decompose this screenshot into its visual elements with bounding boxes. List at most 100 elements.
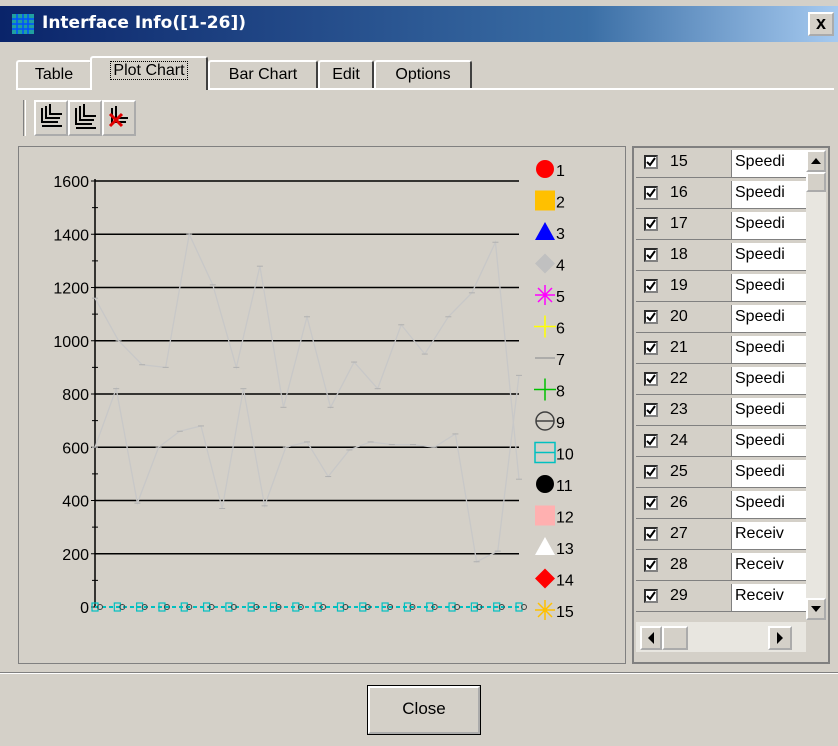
row-number: 22 [670, 370, 688, 387]
stack-view-button-2[interactable] [68, 100, 102, 136]
stack-lines-icon [41, 104, 62, 127]
row-number: 29 [670, 587, 688, 604]
row-checkbox[interactable] [644, 589, 658, 603]
y-tick-label: 1200 [53, 281, 89, 298]
row-checkbox[interactable] [644, 434, 658, 448]
row-name: Receiv [732, 553, 806, 581]
list-item[interactable]: 20 Speedi [636, 305, 806, 333]
row-name: Speedi [732, 367, 806, 395]
legend-label: 11 [556, 478, 573, 495]
row-checkbox[interactable] [644, 310, 658, 324]
legend-item: 10 [534, 441, 574, 464]
legend-item: 7 [535, 352, 565, 369]
legend-label: 7 [556, 352, 565, 369]
checkbox-cell: 18 [636, 243, 732, 271]
triangle-marker-icon [535, 537, 555, 555]
row-number: 19 [670, 277, 688, 294]
y-tick-label: 200 [62, 547, 89, 564]
stack-view-button-1[interactable] [34, 100, 68, 136]
row-checkbox[interactable] [644, 248, 658, 262]
tab-plot-chart[interactable]: Plot Chart [90, 56, 208, 90]
list-item[interactable]: 22 Speedi [636, 367, 806, 395]
tab-table[interactable]: Table [16, 60, 92, 88]
row-checkbox[interactable] [644, 465, 658, 479]
horizontal-scrollbar[interactable] [636, 622, 806, 652]
tab-bar-chart[interactable]: Bar Chart [208, 60, 318, 88]
row-name: Speedi [732, 243, 806, 271]
arrow-up-icon [811, 158, 821, 164]
scroll-down-button[interactable] [806, 598, 826, 620]
list-item[interactable]: 17 Speedi [636, 212, 806, 240]
circle-marker-icon [536, 475, 554, 493]
row-name: Speedi [732, 491, 806, 519]
close-icon: x [815, 13, 826, 33]
list-item[interactable]: 26 Speedi [636, 491, 806, 519]
plot-chart-panel: 0 200 400 600 800 1000 1200 1400 1600 1 2 3 4 5 6 7 8 9 10… [18, 146, 626, 664]
legend-item: 14 [535, 568, 574, 590]
checkmark-icon [646, 560, 656, 570]
list-item[interactable]: 21 Speedi [636, 336, 806, 364]
list-item[interactable]: 24 Speedi [636, 429, 806, 457]
close-window-button[interactable]: x [808, 12, 834, 36]
close-button[interactable]: Close [367, 685, 481, 735]
checkmark-icon [646, 529, 656, 539]
row-checkbox[interactable] [644, 527, 658, 541]
scroll-up-button[interactable] [806, 150, 826, 172]
list-item[interactable]: 19 Speedi [636, 274, 806, 302]
remove-stack-button[interactable] [102, 100, 136, 136]
arrow-right-icon [777, 632, 783, 644]
checkmark-icon [646, 436, 656, 446]
row-checkbox[interactable] [644, 155, 658, 169]
checkmark-icon [646, 591, 656, 601]
list-item[interactable]: 18 Speedi [636, 243, 806, 271]
checkbox-cell: 28 [636, 553, 732, 581]
list-item[interactable]: 16 Speedi [636, 181, 806, 209]
legend-item: 12 [535, 505, 574, 527]
checkbox-cell: 16 [636, 181, 732, 209]
row-checkbox[interactable] [644, 217, 658, 231]
row-number: 16 [670, 184, 688, 201]
scroll-right-button[interactable] [768, 626, 792, 650]
row-checkbox[interactable] [644, 372, 658, 386]
interface-list-panel: 15 Speedi 16 Speedi 17 Speedi 18 Speedi 19 Speedi… [632, 146, 830, 664]
list-item[interactable]: 25 Speedi [636, 460, 806, 488]
list-item[interactable]: 27 Receiv [636, 522, 806, 550]
row-checkbox[interactable] [644, 341, 658, 355]
row-number: 24 [670, 432, 688, 449]
row-checkbox[interactable] [644, 558, 658, 572]
checkmark-icon [646, 498, 656, 508]
legend-label: 13 [556, 541, 574, 558]
legend-label: 3 [556, 226, 565, 243]
tab-edit[interactable]: Edit [318, 60, 374, 88]
legend-label: 14 [556, 573, 574, 590]
plot-chart: 0200400600800100012001400160012345678910… [53, 160, 574, 621]
window-title: Interface Info([1-26]) [42, 13, 246, 33]
list-item[interactable]: 29 Receiv [636, 584, 806, 612]
row-name: Speedi [732, 274, 806, 302]
row-checkbox[interactable] [644, 279, 658, 293]
list-item[interactable]: 15 Speedi [636, 150, 806, 178]
square-marker-icon [535, 190, 555, 211]
asterisk-marker-icon [535, 285, 555, 305]
checkmark-icon [646, 281, 656, 291]
row-checkbox[interactable] [644, 186, 658, 200]
row-number: 27 [670, 525, 688, 542]
tab-options[interactable]: Options [374, 60, 472, 88]
legend-item: 11 [536, 475, 573, 495]
hscroll-thumb[interactable] [662, 626, 688, 650]
scroll-thumb[interactable] [806, 172, 826, 192]
row-number: 25 [670, 463, 688, 480]
checkbox-cell: 26 [636, 491, 732, 519]
row-number: 17 [670, 215, 688, 232]
list-item[interactable]: 23 Speedi [636, 398, 806, 426]
y-tick-label: 1000 [53, 334, 89, 351]
title-bar[interactable]: Interface Info([1-26]) x [0, 6, 838, 42]
row-checkbox[interactable] [644, 403, 658, 417]
grid-app-icon [12, 14, 34, 34]
vertical-scrollbar[interactable] [806, 150, 826, 620]
row-checkbox[interactable] [644, 496, 658, 510]
row-name: Speedi [732, 212, 806, 240]
legend-label: 6 [556, 321, 565, 338]
list-item[interactable]: 28 Receiv [636, 553, 806, 581]
scroll-left-button[interactable] [640, 626, 662, 650]
